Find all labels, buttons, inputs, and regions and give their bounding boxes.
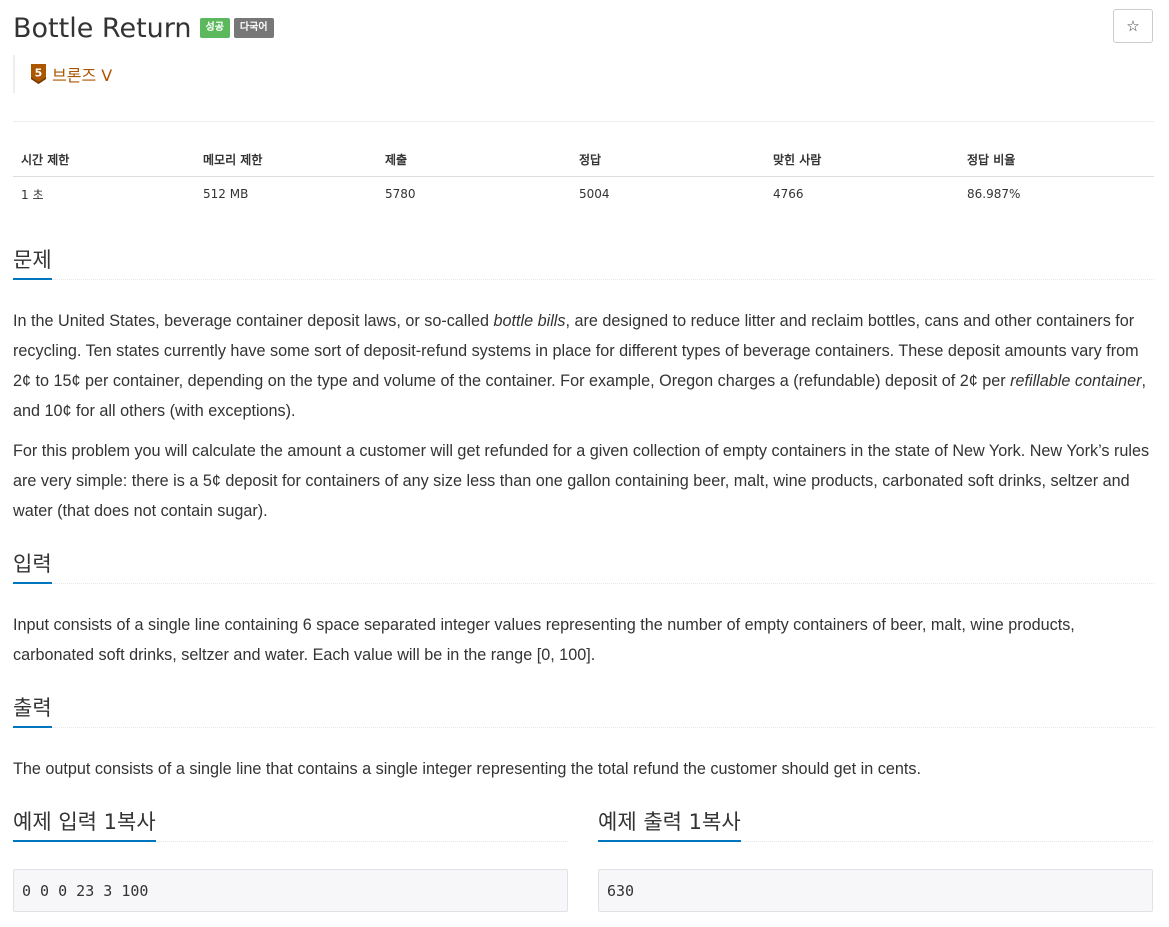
header-time-limit: 시간 제한 — [13, 143, 195, 177]
header-accepted: 정답 — [571, 143, 765, 177]
header-accept-ratio: 정답 비율 — [959, 143, 1154, 177]
info-value-row: 1 초 512 MB 5780 5004 4766 86.987% — [13, 176, 1154, 212]
header-submissions: 제출 — [377, 143, 571, 177]
copy-sample-output-button[interactable]: 복사 — [702, 810, 741, 834]
sample-input-box[interactable]: 0 0 0 23 3 100 — [13, 869, 568, 912]
divider — [13, 121, 1154, 122]
sample-input-heading: 예제 입력 1복사 — [13, 808, 156, 842]
value-accept-ratio: 86.987% — [967, 187, 1021, 202]
sample-output-heading: 예제 출력 1복사 — [598, 808, 741, 842]
description-emphasis: bottle bills — [493, 312, 566, 330]
title-row: Bottle Return 성공 다국어 — [13, 10, 274, 46]
value-accepted: 5004 — [579, 187, 610, 202]
tier-label[interactable]: 브론즈 V — [52, 62, 112, 86]
description-paragraph-2: For this problem you will calculate the … — [13, 442, 1150, 520]
input-section-header: 입력 — [13, 548, 1154, 584]
header-memory-limit: 메모리 제한 — [195, 143, 377, 177]
value-solvers: 4766 — [773, 187, 804, 202]
output-description: The output consists of a single line tha… — [13, 760, 921, 778]
bronze-tier-icon: 5 — [31, 64, 46, 84]
input-description: Input consists of a single line containi… — [13, 616, 1075, 664]
tier-block: 5 브론즈 V — [13, 55, 112, 93]
output-section-header: 출력 — [13, 692, 1154, 728]
sample-output-box[interactable]: 630 — [598, 869, 1153, 912]
sample-input-title: 예제 입력 1 — [13, 810, 117, 834]
problem-info-table: 시간 제한 메모리 제한 제출 정답 맞힌 사람 정답 비율 1 초 512 M… — [13, 143, 1154, 212]
description-text: In the United States, beverage container… — [13, 312, 494, 330]
output-heading: 출력 — [13, 694, 52, 728]
info-header-row: 시간 제한 메모리 제한 제출 정답 맞힌 사람 정답 비율 — [13, 143, 1154, 177]
star-icon: ☆ — [1126, 17, 1140, 35]
sample-output-title: 예제 출력 1 — [598, 810, 702, 834]
value-memory-limit: 512 MB — [203, 187, 249, 202]
success-badge[interactable]: 성공 — [199, 18, 230, 38]
description-section-header: 문제 — [13, 244, 1154, 280]
sample-output-header: 예제 출력 1복사 — [598, 806, 1153, 842]
copy-sample-input-button[interactable]: 복사 — [117, 810, 156, 834]
favorite-star-button[interactable]: ☆ — [1113, 9, 1153, 43]
input-heading: 입력 — [13, 550, 52, 584]
description-heading: 문제 — [13, 246, 52, 280]
header-solvers: 맞힌 사람 — [765, 143, 959, 177]
value-submissions: 5780 — [385, 187, 416, 202]
value-time-limit: 1 초 — [21, 187, 44, 202]
sample-input-header: 예제 입력 1복사 — [13, 806, 568, 842]
description-emphasis: refillable container — [1010, 372, 1142, 390]
multilang-badge[interactable]: 다국어 — [233, 18, 274, 38]
description-paragraph-1: In the United States, beverage container… — [13, 306, 1154, 426]
problem-title: Bottle Return — [13, 12, 192, 44]
tier-level-text: 5 — [35, 67, 43, 80]
